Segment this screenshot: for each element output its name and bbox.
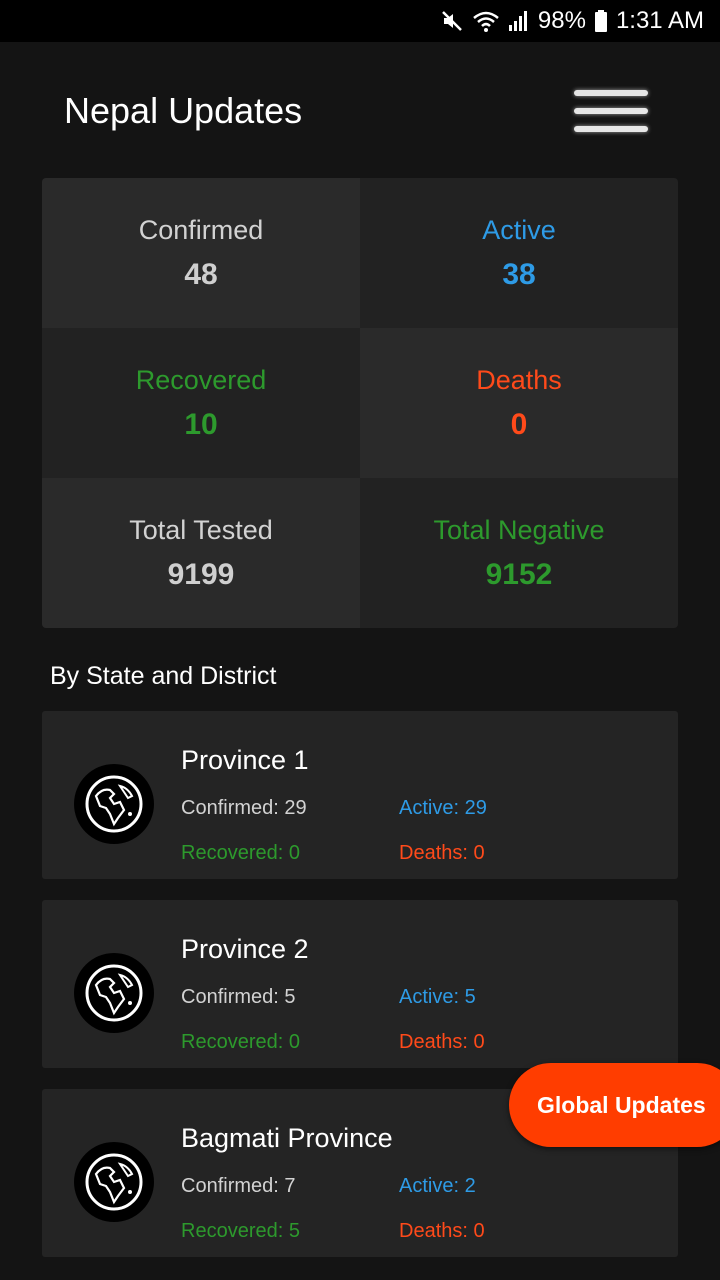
page-title: Nepal Updates xyxy=(64,90,303,131)
battery-icon xyxy=(594,9,608,33)
stat-value: 10 xyxy=(184,407,218,441)
clock: 1:31 AM xyxy=(615,7,704,34)
province-deaths: Deaths: 0 xyxy=(399,1220,485,1242)
stat-value: 48 xyxy=(184,257,218,291)
province-active: Active: 5 xyxy=(399,986,476,1008)
app-bar: Nepal Updates xyxy=(0,42,720,178)
hamburger-menu-icon[interactable] xyxy=(570,86,650,142)
stat-total-negative: Total Negative 9152 xyxy=(360,478,678,628)
summary-grid: Confirmed 48 Active 38 Recovered 10 Deat… xyxy=(42,178,678,628)
province-recovered: Recovered: 5 xyxy=(181,1220,300,1242)
global-updates-button[interactable]: Global Updates xyxy=(509,1063,720,1147)
mute-icon xyxy=(440,9,464,33)
stat-label: Confirmed xyxy=(138,214,264,245)
stat-value: 0 xyxy=(510,407,528,441)
province-card[interactable]: Province 1 Confirmed: 29 Active: 29 Reco… xyxy=(42,711,678,879)
province-deaths: Deaths: 0 xyxy=(399,1031,485,1053)
stat-confirmed: Confirmed 48 xyxy=(42,178,360,328)
stat-label: Total Tested xyxy=(129,514,273,545)
province-confirmed: Confirmed: 29 xyxy=(181,797,307,819)
province-active: Active: 2 xyxy=(399,1175,476,1197)
status-bar: 98% 1:31 AM xyxy=(0,0,720,42)
signal-icon xyxy=(508,9,530,33)
wifi-icon xyxy=(472,9,500,33)
stat-recovered: Recovered 10 xyxy=(42,328,360,478)
province-card[interactable]: Province 2 Confirmed: 5 Active: 5 Recove… xyxy=(42,900,678,1068)
province-recovered: Recovered: 0 xyxy=(181,1031,300,1053)
stat-value: 9199 xyxy=(167,557,235,591)
stat-value: 38 xyxy=(502,257,536,291)
province-name: Province 1 xyxy=(181,745,309,775)
section-title: By State and District xyxy=(50,662,277,690)
globe-icon xyxy=(74,953,154,1033)
globe-icon xyxy=(74,764,154,844)
globe-icon xyxy=(74,1142,154,1222)
province-recovered: Recovered: 0 xyxy=(181,842,300,864)
province-name: Province 2 xyxy=(181,934,309,964)
battery-percent: 98% xyxy=(537,7,586,34)
province-name: Bagmati Province xyxy=(181,1123,393,1153)
province-confirmed: Confirmed: 7 xyxy=(181,1175,296,1197)
province-confirmed: Confirmed: 5 xyxy=(181,986,296,1008)
stat-total-tested: Total Tested 9199 xyxy=(42,478,360,628)
stat-active: Active 38 xyxy=(360,178,678,328)
stat-label: Active xyxy=(482,214,556,245)
stat-label: Recovered xyxy=(135,364,267,395)
province-active: Active: 29 xyxy=(399,797,487,819)
stat-label: Deaths xyxy=(476,364,562,395)
stat-value: 9152 xyxy=(485,557,553,591)
stat-deaths: Deaths 0 xyxy=(360,328,678,478)
province-deaths: Deaths: 0 xyxy=(399,842,485,864)
stat-label: Total Negative xyxy=(433,514,605,545)
